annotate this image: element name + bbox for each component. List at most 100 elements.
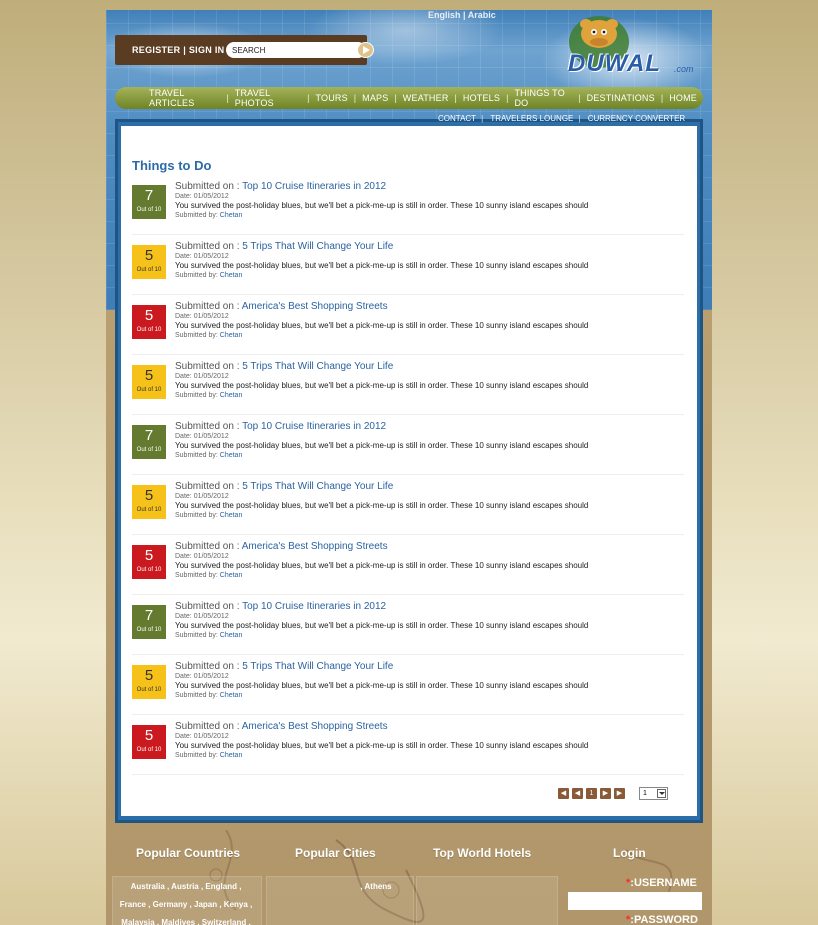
author-link[interactable]: Chetan: [220, 512, 243, 519]
nav-weather[interactable]: WEATHER: [397, 93, 455, 103]
countries-line[interactable]: France , Germany , Japan , Kenya ,: [110, 896, 262, 914]
author-link[interactable]: Chetan: [220, 452, 243, 459]
rating-score: 7: [144, 427, 154, 444]
item-title-link[interactable]: 5 Trips That Will Change Your Life: [242, 661, 393, 672]
cities-links: , Athens: [346, 878, 406, 896]
subnav-separator: |: [578, 114, 581, 123]
nav-home[interactable]: HOME: [663, 93, 703, 103]
password-label: *:PASSWORD: [626, 914, 698, 925]
nav-travel-articles[interactable]: TRAVEL ARTICLES: [143, 88, 226, 108]
subnav-contact[interactable]: CONTACT: [433, 114, 481, 123]
author-link[interactable]: Chetan: [220, 392, 243, 399]
register-link[interactable]: REGISTER: [132, 45, 180, 55]
item-submitted-by: Submitted by: Chetan: [175, 392, 685, 399]
page-select[interactable]: 1: [639, 787, 668, 800]
author-link[interactable]: Chetan: [220, 692, 243, 699]
item-date: Date: 01/05/2012: [175, 193, 685, 200]
nav-travel-photos[interactable]: TRAVEL PHOTOS: [229, 88, 307, 108]
submitted-by-label: Submitted by:: [175, 632, 218, 639]
countries-line[interactable]: Malaysia , Maldives , Switzerland ,: [110, 914, 262, 925]
item-title-link[interactable]: 5 Trips That Will Change Your Life: [242, 241, 393, 252]
auth-search-bar: REGISTER | SIGN IN: [115, 35, 374, 65]
item-description: You survived the post-holiday blues, but…: [175, 741, 589, 750]
subnav-currency-converter[interactable]: CURRENCY CONVERTER: [583, 114, 691, 123]
subnav-travelers-lounge[interactable]: TRAVELERS LOUNGE: [485, 114, 578, 123]
logo-wordmark[interactable]: DUWAL: [568, 50, 661, 78]
rating-score: 5: [144, 487, 154, 504]
item-submitted-by: Submitted by: Chetan: [175, 632, 685, 639]
things-to-do-list: 7 Out of 10 Submitted on : Top 10 Cruise I…: [132, 175, 684, 775]
auth-links: REGISTER | SIGN IN: [132, 45, 224, 55]
nav-maps[interactable]: MAPS: [356, 93, 394, 103]
hotels-box: [416, 876, 558, 925]
item-title-link[interactable]: 5 Trips That Will Change Your Life: [242, 481, 393, 492]
author-link[interactable]: Chetan: [220, 332, 243, 339]
submitted-on-label: Submitted on :: [175, 721, 240, 732]
first-page-icon[interactable]: ◀: [558, 788, 569, 799]
item-title-link[interactable]: America's Best Shopping Streets: [242, 301, 388, 312]
date-label: Date:: [175, 373, 192, 380]
page-frame: English | Arabic REGISTER | SIGN IN DUWA…: [106, 10, 712, 925]
item-date: Date: 01/05/2012: [175, 493, 685, 500]
username-label-text: :USERNAME: [630, 877, 697, 889]
lang-english-link[interactable]: English: [428, 10, 461, 20]
item-submitted-by: Submitted by: Chetan: [175, 692, 685, 699]
rating-badge: 5 Out of 10: [132, 545, 166, 579]
item-text: Submitted on : 5 Trips That Will Change …: [175, 241, 685, 279]
rating-score: 5: [144, 247, 154, 264]
lang-arabic-link[interactable]: Arabic: [468, 10, 496, 20]
date-label: Date:: [175, 613, 192, 620]
author-link[interactable]: Chetan: [220, 752, 243, 759]
item-title-link[interactable]: 5 Trips That Will Change Your Life: [242, 361, 393, 372]
rating-score: 5: [144, 667, 154, 684]
logo-domain: .com: [674, 64, 694, 74]
submitted-by-label: Submitted by:: [175, 512, 218, 519]
item-date: Date: 01/05/2012: [175, 673, 685, 680]
item-title-link[interactable]: America's Best Shopping Streets: [242, 541, 388, 552]
submitted-by-label: Submitted by:: [175, 332, 218, 339]
cities-line[interactable]: , Athens: [346, 878, 406, 896]
item-heading: Submitted on : America's Best Shopping S…: [175, 541, 685, 552]
countries-line[interactable]: Australia , Austria , England ,: [110, 878, 262, 896]
nav-tours[interactable]: TOURS: [309, 93, 353, 103]
date-label: Date:: [175, 673, 192, 680]
rating-out-of: Out of 10: [136, 267, 162, 273]
submitted-on-label: Submitted on :: [175, 181, 240, 192]
item-title-link[interactable]: Top 10 Cruise Itineraries in 2012: [242, 421, 386, 432]
rating-out-of: Out of 10: [136, 327, 162, 333]
submitted-on-label: Submitted on :: [175, 361, 240, 372]
list-item: 5 Out of 10 Submitted on : 5 Trips That Wi…: [132, 235, 684, 295]
nav-hotels[interactable]: HOTELS: [457, 93, 506, 103]
search-input[interactable]: [226, 42, 366, 58]
author-link[interactable]: Chetan: [220, 212, 243, 219]
item-description: You survived the post-holiday blues, but…: [175, 441, 589, 450]
auth-separator: |: [183, 45, 187, 55]
next-page-icon[interactable]: ▶: [600, 788, 611, 799]
item-title-link[interactable]: America's Best Shopping Streets: [242, 721, 388, 732]
date-value: 01/05/2012: [193, 313, 229, 320]
nav-things-to-do[interactable]: THINGS TO DO: [508, 88, 578, 108]
search-go-icon[interactable]: [357, 42, 374, 58]
item-text: Submitted on : Top 10 Cruise Itineraries…: [175, 181, 685, 219]
item-text: Submitted on : 5 Trips That Will Change …: [175, 661, 685, 699]
signin-link[interactable]: SIGN IN: [189, 45, 225, 55]
submitted-on-label: Submitted on :: [175, 661, 240, 672]
item-title-link[interactable]: Top 10 Cruise Itineraries in 2012: [242, 601, 386, 612]
author-link[interactable]: Chetan: [220, 572, 243, 579]
rating-out-of: Out of 10: [136, 447, 162, 453]
submitted-on-label: Submitted on :: [175, 421, 240, 432]
list-item: 5 Out of 10 Submitted on : America's Best …: [132, 535, 684, 595]
page-number[interactable]: 1: [586, 788, 597, 799]
item-title-link[interactable]: Top 10 Cruise Itineraries in 2012: [242, 181, 386, 192]
author-link[interactable]: Chetan: [220, 272, 243, 279]
last-page-icon[interactable]: ▶: [614, 788, 625, 799]
chevron-down-icon[interactable]: [657, 789, 666, 798]
language-switcher: English | Arabic: [428, 10, 496, 20]
item-text: Submitted on : America's Best Shopping S…: [175, 541, 685, 579]
item-date: Date: 01/05/2012: [175, 553, 685, 560]
nav-destinations[interactable]: DESTINATIONS: [581, 93, 661, 103]
username-input[interactable]: [568, 892, 702, 910]
prev-page-icon[interactable]: ◀: [572, 788, 583, 799]
submitted-by-label: Submitted by:: [175, 212, 218, 219]
author-link[interactable]: Chetan: [220, 632, 243, 639]
